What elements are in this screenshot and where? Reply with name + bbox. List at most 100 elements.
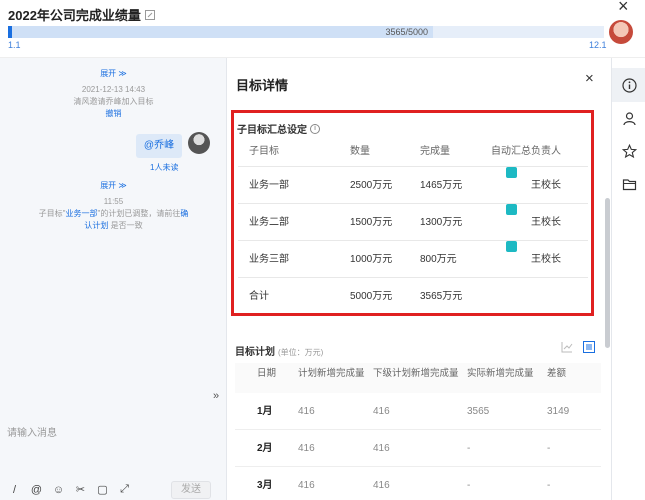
auto-summary-checkbox[interactable]: ✓ xyxy=(506,167,517,190)
window-close-button[interactable]: × xyxy=(618,0,629,17)
col-owner: 负责人 xyxy=(531,146,561,157)
diff-value: - xyxy=(547,480,551,491)
col-diff: 差额 xyxy=(547,368,567,379)
unread-count[interactable]: 1人未读 xyxy=(150,162,178,173)
table-row[interactable]: 业务一部 2500万元 1465万元 ✓ 王校长 xyxy=(238,167,588,204)
expand-icon[interactable]: ⤢ xyxy=(118,483,131,496)
line-chart-icon[interactable] xyxy=(561,341,573,353)
actual-value: - xyxy=(467,480,471,491)
folder-icon[interactable]: ▢ xyxy=(96,483,109,496)
col-date: 日期 xyxy=(257,368,277,379)
plan-value: 416 xyxy=(298,480,315,491)
table-row[interactable]: 业务三部 1000万元 800万元 ✓ 王校长 xyxy=(238,241,588,278)
edit-icon[interactable] xyxy=(144,9,155,20)
plan-month: 2月 xyxy=(257,443,273,454)
start-date: 1.1 xyxy=(8,40,21,50)
end-date: 12.1 xyxy=(589,40,607,50)
col-auto-summary: 自动汇总 xyxy=(491,146,531,157)
actual-value: 3565 xyxy=(467,406,490,417)
total-done: 3565万元 xyxy=(420,291,463,302)
msg1-time: 2021-12-13 14:43 xyxy=(81,85,146,94)
diff-value: 3149 xyxy=(547,406,570,417)
confirm-plan-link-b[interactable]: 认计划 xyxy=(84,221,108,230)
table-row[interactable]: 1月 416 416 3565 3149 xyxy=(235,393,601,430)
plan-value: 416 xyxy=(298,443,315,454)
revoke-link[interactable]: 撤销 xyxy=(0,108,227,120)
expand-history-link[interactable]: 展开 ≫ xyxy=(0,68,227,80)
expand-label-2[interactable]: 展开 ≫ xyxy=(100,181,127,190)
msg1-text: 清风邀请乔峰加入目标 xyxy=(73,97,154,106)
subgoal-name: 业务一部 xyxy=(249,180,289,191)
plan-view-toggle xyxy=(561,341,595,353)
subgoal-title-text: 子目标汇总设定 xyxy=(237,125,307,136)
subgoal-name: 业务二部 xyxy=(249,217,289,228)
diff-value: - xyxy=(547,443,551,454)
expand-history-link-2[interactable]: 展开 ≫ xyxy=(0,180,227,192)
col-sub-plan-new: 下级计划新增完成量 xyxy=(373,368,459,379)
subgoal-name: 业务三部 xyxy=(249,254,289,265)
col-quantity: 数量 xyxy=(350,146,370,157)
subgoal-done: 1300万元 xyxy=(420,217,463,228)
table-row[interactable]: 业务二部 1500万元 1300万元 ✓ 王校长 xyxy=(238,204,588,241)
detail-panel: 目标详情 × 子目标汇总设定 i 子目标 数量 完成量 自动汇总 负责人 业务一… xyxy=(227,58,611,500)
msg2-prefix: 子目标" xyxy=(38,209,66,218)
subgoal-qty: 2500万元 xyxy=(350,180,393,191)
plan-month: 1月 xyxy=(257,406,273,417)
page-title: 2022年公司完成业绩量 xyxy=(8,5,155,24)
panel-scrollbar[interactable] xyxy=(605,198,610,348)
confirm-plan-link-a[interactable]: 确 xyxy=(180,209,188,218)
chat-toolbar: / @ ☺ ✂ ▢ ⤢ xyxy=(8,483,131,496)
send-button[interactable]: 发送 xyxy=(171,481,211,499)
msg2-text: 子目标"业务一部"的计划已调整，请前往确 认计划 是否一致 xyxy=(0,208,227,232)
sub-plan-value: 416 xyxy=(373,443,390,454)
progress-label: 3565/5000 xyxy=(385,27,428,37)
msg2-mid: "的计划已调整，请前往 xyxy=(97,209,181,218)
revoke-label[interactable]: 撤销 xyxy=(106,109,122,118)
auto-summary-checkbox[interactable]: ✓ xyxy=(506,204,517,227)
sender-avatar[interactable] xyxy=(188,132,210,154)
col-plan-new: 计划新增完成量 xyxy=(298,368,365,379)
plan-unit: (单位：万元) xyxy=(278,348,324,357)
msg2-time: 11:55 xyxy=(103,197,124,206)
emoji-icon[interactable]: ☺ xyxy=(52,483,65,496)
plan-table: 日期 计划新增完成量 下级计划新增完成量 实际新增完成量 差额 1月 416 4… xyxy=(235,363,601,500)
sidebar-item-info[interactable] xyxy=(612,68,645,102)
total-label: 合计 xyxy=(249,291,269,302)
progress-bar: 3565/5000 xyxy=(8,26,604,38)
msg2-target-link[interactable]: 业务一部 xyxy=(66,209,98,218)
sidebar-item-files[interactable] xyxy=(612,167,645,201)
plan-month: 3月 xyxy=(257,480,273,491)
progress-start-marker xyxy=(8,26,12,38)
message-input[interactable]: 请输入消息 xyxy=(7,424,57,439)
auto-summary-checkbox[interactable]: ✓ xyxy=(506,241,517,264)
header: 2022年公司完成业绩量 × 3565/5000 1.1 12.1 xyxy=(0,0,645,58)
slash-command-icon[interactable]: / xyxy=(8,483,21,496)
person-icon xyxy=(622,111,636,125)
subgoal-table: 子目标 数量 完成量 自动汇总 负责人 业务一部 2500万元 1465万元 ✓… xyxy=(238,137,588,315)
subgoal-title: 子目标汇总设定 i xyxy=(237,121,320,136)
subgoal-table-header: 子目标 数量 完成量 自动汇总 负责人 xyxy=(238,137,588,167)
total-qty: 5000万元 xyxy=(350,291,393,302)
total-row: 合计 5000万元 3565万元 xyxy=(238,278,588,315)
collapse-chat-arrow-icon[interactable]: » xyxy=(213,390,219,402)
subgoal-owner: 王校长 xyxy=(531,254,561,265)
scissors-icon[interactable]: ✂ xyxy=(74,483,87,496)
subgoal-done: 1465万元 xyxy=(420,180,463,191)
col-subgoal: 子目标 xyxy=(249,146,279,157)
subgoal-owner: 王校长 xyxy=(531,217,561,228)
mention-bubble[interactable]: @乔峰 xyxy=(136,134,182,158)
subgoal-summary-section: 子目标汇总设定 i 子目标 数量 完成量 自动汇总 负责人 业务一部 2500万… xyxy=(231,110,594,316)
panel-close-button[interactable]: × xyxy=(585,70,594,87)
folder-icon xyxy=(622,178,636,190)
sidebar-item-favorite[interactable] xyxy=(612,134,645,168)
table-row[interactable]: 2月 416 416 - - xyxy=(235,430,601,467)
table-row[interactable]: 3月 416 416 - - xyxy=(235,467,601,500)
actual-value: - xyxy=(467,443,471,454)
sidebar-item-members[interactable] xyxy=(612,101,645,135)
mention-icon[interactable]: @ xyxy=(30,483,43,496)
user-avatar[interactable] xyxy=(609,20,633,44)
plan-table-header: 日期 计划新增完成量 下级计划新增完成量 实际新增完成量 差额 xyxy=(235,363,601,393)
table-view-icon[interactable] xyxy=(583,341,595,353)
info-icon[interactable]: i xyxy=(310,123,320,134)
expand-label[interactable]: 展开 ≫ xyxy=(100,69,127,78)
